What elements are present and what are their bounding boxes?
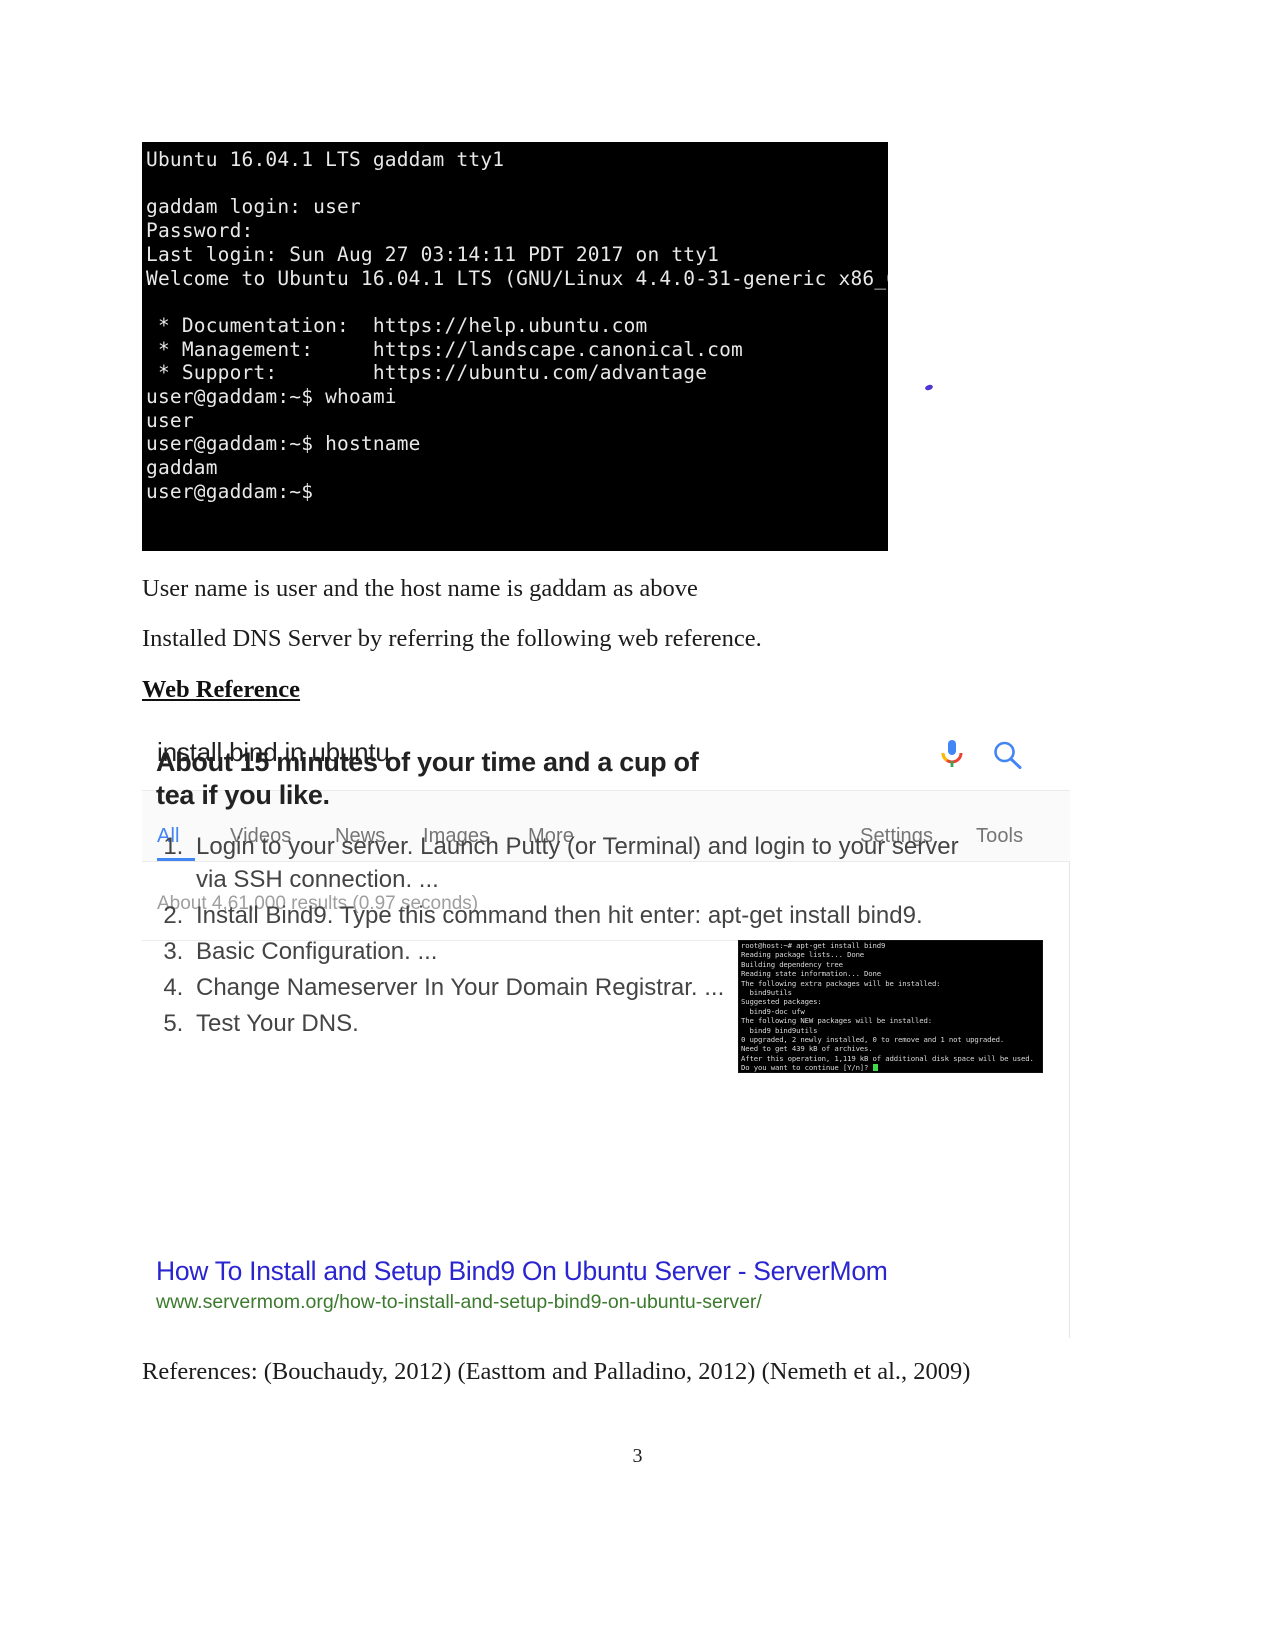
stray-ink-artifact	[924, 383, 934, 392]
thumb-line: Reading package lists... Done	[741, 950, 865, 960]
thumb-line: After this operation, 1,119 kB of additi…	[741, 1053, 1034, 1063]
thumb-line: Reading state information... Done	[741, 969, 882, 979]
terminal-line: * Management: https://landscape.canonica…	[146, 337, 743, 361]
terminal-line: user@gaddam:~$	[146, 479, 314, 503]
tools-button[interactable]: Tools	[976, 825, 1023, 848]
paragraph-dns-install: Installed DNS Server by referring the fo…	[142, 625, 762, 652]
thumb-line: The following extra packages will be ins…	[741, 978, 941, 988]
google-search-screenshot: install bind in ubuntu All Videos News I…	[142, 718, 1070, 1338]
snippet-thumbnail-terminal[interactable]: root@host:~# apt-get install bind9 Readi…	[738, 940, 1043, 1073]
thumb-line: bind9 bind9utils	[741, 1025, 818, 1035]
thumb-line: The following NEW packages will be insta…	[741, 1016, 932, 1026]
thumb-line: Suggested packages:	[741, 997, 822, 1007]
terminal-line: Password:	[146, 219, 254, 243]
microphone-icon[interactable]	[937, 738, 967, 772]
terminal-line: * Support: https://ubuntu.com/advantage	[146, 361, 708, 385]
terminal-line: Last login: Sun Aug 27 03:14:11 PDT 2017…	[146, 242, 720, 266]
terminal-line: user	[146, 408, 194, 432]
terminal-line: gaddam login: user	[146, 195, 361, 219]
heading-web-reference: Web Reference	[142, 676, 301, 703]
paragraph-username: User name is user and the host name is g…	[142, 575, 698, 602]
list-item: Install Bind9. Type this command then hi…	[190, 899, 960, 932]
terminal-line: gaddam	[146, 456, 218, 480]
thumb-line: 0 upgraded, 2 newly installed, 0 to remo…	[741, 1035, 1005, 1045]
references-line: References: (Bouchaudy, 2012) (Easttom a…	[142, 1358, 971, 1385]
search-icon[interactable]	[990, 738, 1024, 772]
thumb-line: Building dependency tree	[741, 959, 843, 969]
terminal-line: Welcome to Ubuntu 16.04.1 LTS (GNU/Linux…	[146, 266, 888, 290]
page-number: 3	[632, 1445, 643, 1467]
search-result-title-link[interactable]: How To Install and Setup Bind9 On Ubuntu…	[156, 1256, 888, 1287]
document-page: Ubuntu 16.04.1 LTS gaddam tty1 gaddam lo…	[0, 0, 1275, 1650]
terminal-line: user@gaddam:~$ hostname	[146, 432, 421, 456]
thumb-line: bind9utils	[741, 988, 792, 998]
thumb-line: bind9-doc ufw	[741, 1006, 805, 1016]
terminal-output: Ubuntu 16.04.1 LTS gaddam tty1 gaddam lo…	[142, 142, 888, 504]
search-result-url[interactable]: www.servermom.org/how-to-install-and-set…	[156, 1291, 762, 1314]
terminal-line: Ubuntu 16.04.1 LTS gaddam tty1	[146, 148, 505, 171]
featured-snippet-title: About 15 minutes of your time and a cup …	[156, 747, 699, 810]
thumb-line: Need to get 439 kB of archives.	[741, 1044, 873, 1054]
terminal-line: user@gaddam:~$ whoami	[146, 385, 397, 409]
terminal-cursor	[872, 1064, 878, 1072]
terminal-line: * Documentation: https://help.ubuntu.com	[146, 313, 648, 337]
thumb-prompt-text: Do you want to continue [Y/n]?	[741, 1063, 873, 1073]
terminal-screenshot: Ubuntu 16.04.1 LTS gaddam tty1 gaddam lo…	[142, 142, 888, 551]
thumb-line-prompt: Do you want to continue [Y/n]?	[739, 1063, 1042, 1072]
thumb-line: root@host:~# apt-get install bind9	[741, 941, 886, 950]
list-item: Login to your server. Launch Putty (or T…	[190, 830, 960, 896]
